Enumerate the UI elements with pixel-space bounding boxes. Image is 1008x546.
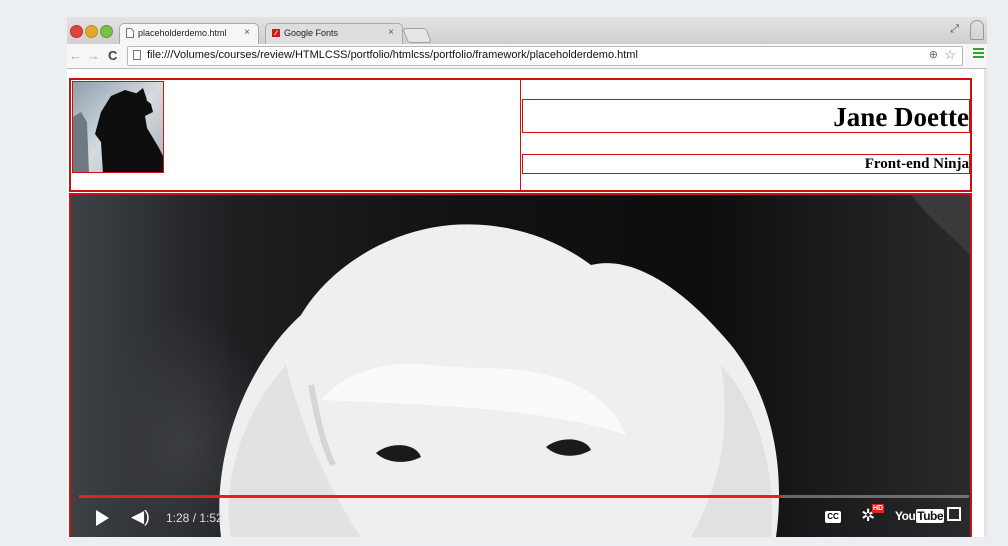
tab-google-fonts[interactable]: Google Fonts × <box>265 23 403 44</box>
page-header: Jane Doette Front-end Ninja <box>69 78 972 192</box>
star-icon[interactable]: ☆ <box>944 47 956 63</box>
browser-window: placeholderdemo.html × Google Fonts × ⤢ … <box>67 17 987 537</box>
fullscreen-arrows-icon[interactable]: ⤢ <box>950 23 959 36</box>
tab-close-icon[interactable]: × <box>388 27 394 38</box>
minimize-window-button[interactable] <box>85 25 98 38</box>
page-icon <box>126 28 134 38</box>
page-icon <box>133 50 141 60</box>
dog-silhouette-image <box>73 82 163 172</box>
scrollbar[interactable] <box>984 69 987 537</box>
new-tab-button[interactable] <box>402 28 432 43</box>
reload-icon[interactable]: C <box>108 48 117 63</box>
youtube-logo[interactable]: You Tube <box>895 509 945 523</box>
zoom-window-button[interactable] <box>100 25 113 38</box>
google-fonts-icon <box>272 29 280 37</box>
tab-title: Google Fonts <box>284 28 339 38</box>
progress-played <box>79 495 783 498</box>
close-window-button[interactable] <box>70 25 83 38</box>
puppy-video-still <box>219 195 970 537</box>
header-left-column <box>71 80 521 190</box>
page-subtitle: Front-end Ninja <box>864 156 969 172</box>
url-text[interactable]: file:///Volumes/courses/review/HTMLCSS/p… <box>147 49 638 61</box>
name-container: Jane Doette <box>522 99 970 133</box>
video-player[interactable]: ◀) 1:28 / 1:52 CC ✲ HD You Tube <box>69 193 972 537</box>
captions-button[interactable]: CC <box>825 511 841 523</box>
browser-toolbar: ← → C file:///Volumes/courses/review/HTM… <box>67 44 987 69</box>
tab-close-icon[interactable]: × <box>244 27 250 38</box>
role-container: Front-end Ninja <box>522 154 970 174</box>
time-display: 1:28 / 1:52 <box>166 511 223 525</box>
play-icon[interactable] <box>96 510 109 526</box>
tab-placeholderdemo[interactable]: placeholderdemo.html × <box>119 23 259 44</box>
hd-badge: HD <box>872 504 885 513</box>
page-title: Jane Doette <box>833 102 969 132</box>
video-frame-image[interactable]: ◀) 1:28 / 1:52 CC ✲ HD You Tube <box>71 195 970 537</box>
fullscreen-icon[interactable] <box>947 507 961 521</box>
page-content: Jane Doette Front-end Ninja ◀) 1:28 / 1:… <box>67 69 987 537</box>
volume-icon[interactable]: ◀) <box>131 507 150 527</box>
title-bar: placeholderdemo.html × Google Fonts × ⤢ <box>67 17 987 44</box>
arrow-right-icon[interactable]: → <box>87 48 100 63</box>
magnifier-icon[interactable]: ⊕ <box>929 48 938 61</box>
youtube-logo-you: You <box>895 509 916 523</box>
arrow-left-icon[interactable]: ← <box>69 48 82 63</box>
video-controls: ◀) 1:28 / 1:52 CC ✲ HD You Tube <box>71 501 970 537</box>
profile-icon[interactable] <box>970 20 984 40</box>
hamburger-menu-icon[interactable] <box>973 48 984 60</box>
tab-title: placeholderdemo.html <box>138 28 227 38</box>
address-bar[interactable]: file:///Volumes/courses/review/HTMLCSS/p… <box>127 46 963 66</box>
youtube-logo-tube: Tube <box>916 509 945 523</box>
progress-bar[interactable] <box>79 495 969 498</box>
header-right-column: Jane Doette Front-end Ninja <box>521 80 970 190</box>
avatar <box>72 81 164 173</box>
